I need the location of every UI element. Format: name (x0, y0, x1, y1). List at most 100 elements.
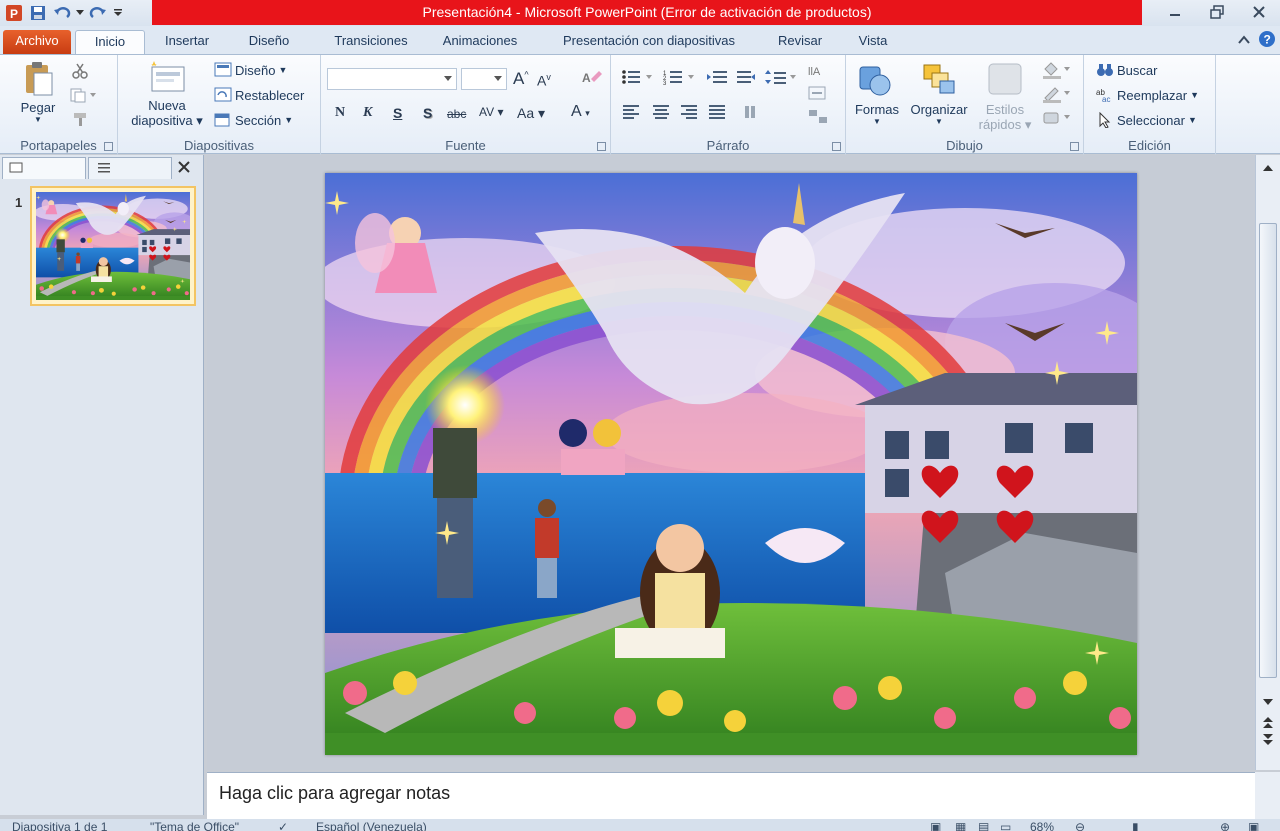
minimize-button[interactable] (1154, 0, 1196, 24)
shadow-button[interactable]: S (423, 105, 432, 121)
notes-scrollbar[interactable] (1255, 772, 1280, 819)
shape-effects-button[interactable] (1042, 109, 1072, 127)
drawing-group-label: Dibujo (946, 138, 983, 153)
alignment-buttons[interactable] (621, 103, 761, 119)
customize-qat-icon[interactable] (112, 3, 124, 23)
theme-name[interactable]: "Tema de Office" (150, 820, 239, 831)
minimize-ribbon-icon[interactable] (1238, 33, 1250, 48)
indent-icon (707, 71, 755, 83)
close-button[interactable] (1238, 0, 1280, 24)
notes-pane[interactable]: Haga clic para agregar notas (207, 772, 1255, 819)
quick-styles-button[interactable]: Estilos rápidos ▾ (974, 61, 1036, 133)
slide-sorter-icon[interactable]: ▦ (955, 820, 966, 831)
copy-button[interactable] (70, 87, 98, 103)
replace-button[interactable]: ab ac Reemplazar ▼ (1096, 87, 1199, 104)
redo-icon[interactable] (88, 3, 108, 23)
new-slide-icon (151, 61, 185, 92)
previous-slide-icon[interactable] (1262, 715, 1274, 732)
indent-buttons[interactable] (707, 69, 755, 85)
slide-number: 1 (15, 195, 23, 210)
drawing-launcher[interactable] (1070, 142, 1079, 151)
font-color-button[interactable]: A ▾ (571, 103, 590, 121)
save-icon[interactable] (28, 3, 48, 23)
clear-format-icon[interactable]: A (581, 69, 603, 90)
shapes-button[interactable]: Formas ▼ (852, 61, 902, 126)
arrange-button[interactable]: Organizar ▼ (906, 61, 972, 126)
align-text-button[interactable] (807, 85, 831, 101)
format-painter-button[interactable] (72, 111, 90, 127)
section-button[interactable]: Sección ▼ (214, 112, 293, 128)
paste-button[interactable]: Pegar ▼ (16, 61, 60, 124)
tab-diseno[interactable]: Diseño (234, 30, 304, 54)
scroll-down-icon[interactable] (1262, 695, 1274, 710)
smartart-button[interactable] (807, 109, 831, 125)
change-case-button[interactable]: Aa ▾ (517, 105, 545, 122)
zoom-out-icon[interactable]: ⊖ (1075, 820, 1085, 831)
tab-presentacion[interactable]: Presentación con diapositivas (544, 30, 754, 54)
numbering-button[interactable]: 123 (663, 69, 699, 85)
zoom-in-icon[interactable]: ⊕ (1220, 820, 1230, 831)
underline-button[interactable]: S (393, 105, 402, 121)
bold-button[interactable]: N (335, 105, 345, 121)
tab-insertar[interactable]: Insertar (152, 30, 222, 54)
font-name-combo[interactable] (327, 68, 457, 90)
layout-button[interactable]: Diseño ▼ (214, 62, 287, 78)
next-slide-icon[interactable] (1262, 733, 1274, 750)
slide-canvas[interactable] (325, 173, 1137, 755)
scroll-thumb[interactable] (1259, 223, 1277, 678)
cut-button[interactable] (72, 63, 88, 79)
reading-view-icon[interactable]: ▤ (978, 820, 989, 831)
scroll-up-icon[interactable] (1262, 161, 1274, 176)
outline-tab[interactable] (88, 157, 172, 179)
strikethrough-button[interactable]: abc (447, 107, 466, 121)
italic-button[interactable]: K (363, 105, 372, 121)
title-bar: P Presentación4 - Microsoft PowerPoint (… (0, 0, 1280, 26)
new-slide-label-2: diapositiva ▾ (131, 113, 203, 128)
tab-revisar[interactable]: Revisar (768, 30, 832, 54)
close-panel-icon[interactable] (178, 161, 190, 176)
tab-transiciones[interactable]: Transiciones (316, 30, 426, 54)
arrange-label: Organizar (910, 102, 968, 117)
paragraph-launcher[interactable] (832, 142, 841, 151)
char-spacing-button[interactable]: AV ▾ (479, 105, 503, 119)
group-parrafo: 123 llA Párrafo (611, 55, 846, 155)
alignment-icons (623, 105, 755, 119)
slideshow-icon[interactable]: ▭ (1000, 820, 1011, 831)
zoom-slider[interactable]: ▮ (1132, 820, 1139, 831)
undo-icon[interactable] (52, 3, 72, 23)
clipboard-launcher[interactable] (104, 142, 113, 151)
bullets-button[interactable] (621, 69, 657, 85)
reset-button[interactable]: Restablecer (214, 87, 304, 103)
powerpoint-logo-icon[interactable]: P (4, 3, 24, 23)
restore-button[interactable] (1196, 0, 1238, 24)
fit-to-window-icon[interactable]: ▣ (1248, 820, 1259, 831)
shape-outline-button[interactable] (1042, 85, 1072, 103)
zoom-level[interactable]: 68% (1030, 820, 1054, 831)
tab-vista[interactable]: Vista (846, 30, 900, 54)
font-launcher[interactable] (597, 142, 606, 151)
undo-dropdown-icon[interactable] (76, 3, 84, 23)
font-group-label: Fuente (445, 138, 486, 153)
grow-font-button[interactable]: A^ (513, 69, 529, 89)
shape-fill-button[interactable] (1042, 61, 1072, 79)
shrink-font-button[interactable]: Av (537, 72, 551, 89)
new-slide-button[interactable]: Nueva diapositiva ▾ (126, 59, 208, 129)
reset-icon (214, 87, 232, 102)
help-icon[interactable]: ? (1258, 30, 1276, 51)
slides-tab[interactable] (2, 157, 86, 179)
paragraph-group-label: Párrafo (706, 138, 750, 153)
tab-archivo[interactable]: Archivo (3, 30, 71, 54)
text-direction-button[interactable]: llA (807, 61, 831, 79)
spellcheck-icon[interactable]: ✓ (278, 820, 288, 831)
tab-inicio[interactable]: Inicio (75, 30, 145, 54)
line-spacing-button[interactable] (765, 69, 799, 85)
select-button[interactable]: Seleccionar ▼ (1096, 112, 1197, 128)
normal-view-icon[interactable]: ▣ (930, 820, 941, 831)
tab-animaciones[interactable]: Animaciones (430, 30, 530, 54)
find-button[interactable]: Buscar (1096, 62, 1157, 78)
notes-placeholder[interactable]: Haga clic para agregar notas (219, 783, 450, 804)
slide-thumbnail[interactable] (30, 186, 196, 306)
vertical-scrollbar[interactable] (1255, 155, 1280, 770)
font-size-combo[interactable] (461, 68, 507, 90)
language[interactable]: Español (Venezuela) (316, 820, 427, 831)
